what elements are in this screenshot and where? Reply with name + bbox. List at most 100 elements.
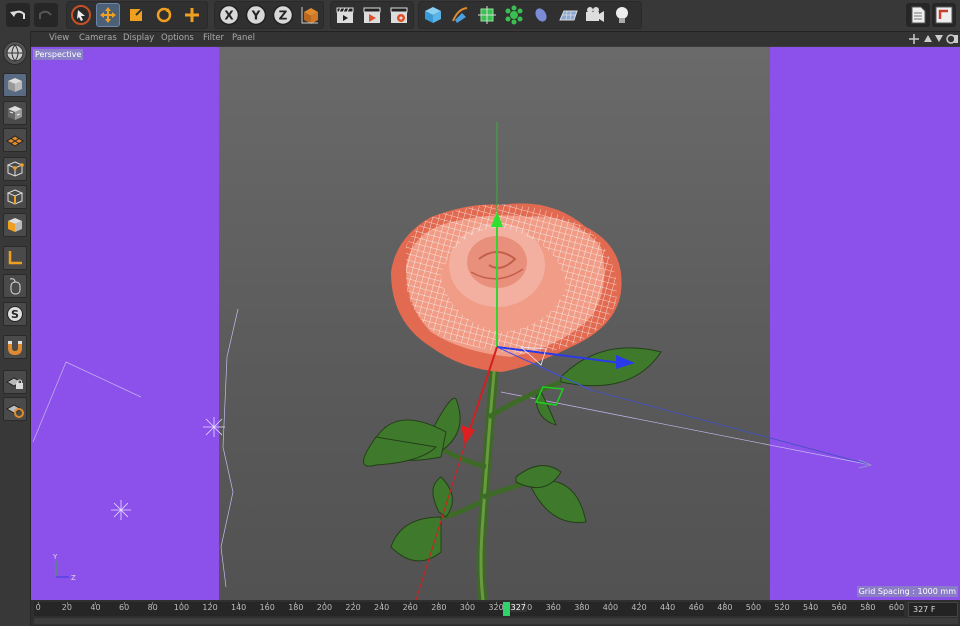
timeline-tick-label: 160 — [259, 603, 275, 612]
menu-view[interactable]: View — [49, 33, 69, 43]
timeline-tick-label: 120 — [202, 603, 218, 612]
timeline-tick-label: 560 — [831, 603, 847, 612]
current-frame-label: 327 — [509, 603, 527, 612]
frame-field[interactable]: 327 F — [908, 602, 958, 617]
magnet-icon — [8, 341, 22, 356]
x-axis-button[interactable]: X — [217, 3, 241, 27]
timeline-tick-label: 180 — [288, 603, 304, 612]
timeline-tick-label: 400 — [602, 603, 619, 612]
select-tool-button[interactable] — [69, 3, 93, 27]
camera-button[interactable] — [583, 3, 607, 27]
playhead[interactable] — [502, 602, 510, 616]
polygons-mode-button[interactable] — [3, 213, 27, 237]
live-select-button[interactable] — [180, 3, 204, 27]
viewport-name-label: Perspective — [33, 49, 84, 60]
workplane-mode-button[interactable] — [3, 128, 27, 152]
timeline-tick-label: 420 — [631, 603, 647, 612]
timeline-tick-label: 440 — [660, 603, 676, 612]
menu-display[interactable]: Display — [123, 33, 154, 43]
grid-orange-icon — [5, 404, 24, 418]
timeline-tick-label: 480 — [717, 603, 733, 612]
render-settings-button[interactable] — [387, 3, 411, 27]
light-button[interactable] — [610, 3, 634, 27]
redo-icon — [39, 10, 52, 19]
timeline-tick-label: 540 — [803, 603, 819, 612]
viewport-nav-icons[interactable] — [909, 33, 959, 45]
camera-icon — [586, 7, 604, 22]
snap-s-icon: S — [7, 306, 23, 322]
timeline-tick-label: 360 — [545, 603, 561, 612]
timeline-tick-label: 300 — [459, 603, 476, 612]
z-axis-indicator-label: Z — [71, 574, 76, 582]
cloner-icon — [505, 5, 523, 25]
timeline: 0 20 40 60 80 100 120 140 160 180 200 220 240 260 280 3… — [31, 600, 960, 626]
snapping-button[interactable]: S — [3, 302, 27, 326]
lock-workplane-button[interactable] — [3, 370, 27, 394]
z-axis-label: Z — [279, 9, 288, 23]
move-tool-button[interactable] — [96, 3, 120, 27]
timeline-ruler[interactable]: 0 20 40 60 80 100 120 140 160 180 200 220 240 260 280 3… — [34, 602, 904, 616]
coordinate-system-icon — [301, 7, 318, 24]
redo-button[interactable] — [34, 3, 58, 27]
rose-leaves — [363, 347, 662, 562]
pen-spline-button[interactable] — [448, 3, 472, 27]
coordinate-system-button[interactable] — [298, 3, 322, 27]
render-view-button[interactable] — [333, 3, 357, 27]
rotate-icon — [156, 7, 172, 23]
undo-button[interactable] — [6, 3, 30, 27]
timeline-tick-label: 500 — [745, 603, 762, 612]
mouse-icon — [9, 278, 21, 295]
svg-text:S: S — [11, 308, 19, 321]
render-picture-viewer-button[interactable] — [360, 3, 384, 27]
lightbulb-icon — [616, 7, 628, 23]
move-arrows-icon — [100, 7, 116, 23]
layout-document-button[interactable] — [906, 3, 930, 27]
y-axis-label: Y — [251, 9, 261, 23]
magnet-button[interactable] — [3, 335, 27, 359]
subdivision-icon — [478, 6, 496, 24]
texture-mode-button[interactable] — [3, 101, 27, 125]
rotate-tool-button[interactable] — [152, 3, 176, 27]
floor-grid-icon — [559, 10, 578, 21]
subdivision-surface-button[interactable] — [475, 3, 499, 27]
cube-object-button[interactable] — [421, 3, 445, 27]
menu-cameras[interactable]: Cameras — [79, 33, 117, 43]
main-toolbar: X Y Z — [0, 0, 960, 32]
y-axis-icon: Y — [245, 4, 267, 26]
deformer-button[interactable] — [529, 3, 553, 27]
y-axis-button[interactable]: Y — [244, 3, 268, 27]
checker-cube-icon — [8, 106, 22, 120]
axis-mode-button[interactable] — [3, 246, 27, 270]
perspective-viewport[interactable]: Y Z Perspective Grid Spacing : 1000 mm — [31, 47, 960, 600]
cube-icon — [425, 7, 441, 23]
model-mode-button[interactable] — [3, 73, 27, 97]
menu-panel[interactable]: Panel — [232, 33, 255, 43]
cloner-button[interactable] — [502, 3, 526, 27]
x-axis-icon: X — [218, 4, 240, 26]
z-axis-button[interactable]: Z — [271, 3, 295, 27]
cube-mode-icon — [8, 78, 22, 92]
timeline-tick-label: 580 — [860, 603, 876, 612]
scale-tool-button[interactable] — [124, 3, 148, 27]
timeline-tick-label: 60 — [119, 603, 130, 612]
tweak-mode-button[interactable] — [3, 274, 27, 298]
cursor-icon — [71, 5, 91, 25]
planar-workplane-button[interactable] — [3, 397, 27, 421]
floor-button[interactable] — [556, 3, 580, 27]
points-mode-button[interactable] — [3, 157, 27, 181]
polygons-cube-icon — [8, 218, 22, 232]
document-icon — [911, 6, 926, 24]
timeline-tick-label: 520 — [774, 603, 790, 612]
edges-mode-button[interactable] — [3, 185, 27, 209]
lock-grid-icon — [5, 377, 23, 389]
menu-options[interactable]: Options — [161, 33, 194, 43]
menu-filter[interactable]: Filter — [203, 33, 224, 43]
grid-spacing-label: Grid Spacing : 1000 mm — [856, 586, 958, 597]
timeline-tick-label: 200 — [316, 603, 333, 612]
deformer-icon — [535, 8, 547, 22]
edges-cube-icon — [6, 189, 24, 205]
globe-mode-button[interactable] — [3, 41, 27, 65]
timeline-tick-label: 320 — [488, 603, 504, 612]
layout-switch-button[interactable] — [932, 3, 956, 27]
timeline-scrollbar[interactable] — [34, 618, 958, 624]
